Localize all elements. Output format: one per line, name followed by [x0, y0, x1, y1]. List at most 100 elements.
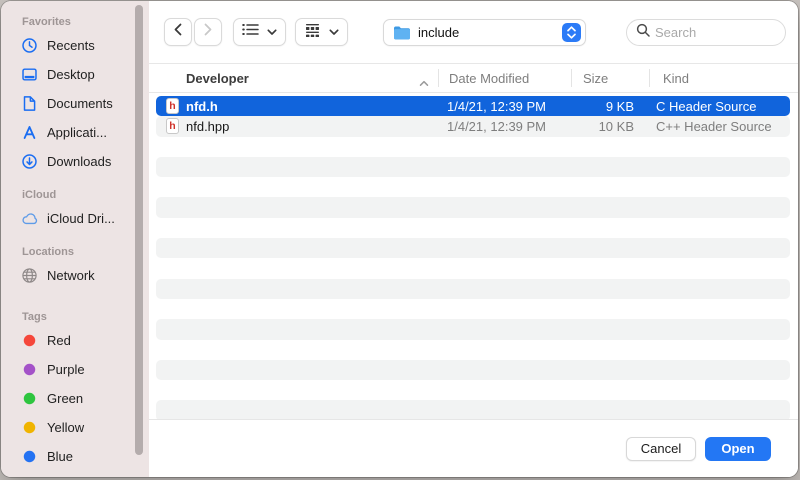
- sidebar-item-purple[interactable]: Purple: [1, 355, 149, 384]
- sidebar-item-label: Documents: [47, 96, 113, 111]
- group-view-popup[interactable]: [295, 18, 348, 46]
- empty-row: [156, 258, 790, 278]
- sidebar-section-label: iCloud: [1, 186, 149, 204]
- column-header-size[interactable]: Size: [572, 64, 649, 92]
- header-file-icon: h: [166, 118, 179, 134]
- empty-row: [156, 360, 790, 380]
- column-header-kind[interactable]: Kind: [650, 64, 798, 92]
- file-kind: C Header Source: [649, 99, 790, 114]
- content-pane: include Developer Date Modi: [149, 1, 798, 477]
- search-field[interactable]: [626, 19, 786, 46]
- empty-row: [156, 197, 790, 217]
- sidebar-item-blue[interactable]: Blue: [1, 442, 149, 471]
- search-icon: [636, 23, 650, 42]
- sidebar-item-label: Downloads: [47, 154, 111, 169]
- chevron-left-icon: [173, 23, 183, 41]
- popup-stepper-icon: [562, 23, 581, 42]
- sidebar-item-desktop[interactable]: Desktop: [1, 60, 149, 89]
- sidebar-item-network[interactable]: Network: [1, 261, 149, 290]
- open-button[interactable]: Open: [705, 437, 771, 461]
- chevron-right-icon: [203, 23, 213, 41]
- sidebar-item-label: Applicati...: [47, 125, 107, 140]
- file-list: h nfd.h 1/4/21, 12:39 PM9 KBC Header Sourc…: [149, 93, 798, 419]
- sidebar-item-label: Yellow: [47, 420, 84, 435]
- tag-dot-icon: [21, 448, 38, 465]
- download-icon: [21, 153, 38, 170]
- dialog-footer: Cancel Open: [149, 419, 798, 477]
- sidebar-sections: Favorites Recents Desktop Documents Applicat…: [1, 13, 149, 477]
- open-file-dialog: Favorites Recents Desktop Documents Applicat…: [1, 1, 798, 477]
- sidebar-section-label: Favorites: [1, 13, 149, 31]
- empty-row: [156, 238, 790, 258]
- sidebar-section-tags: Tags Red Purple Green Yellow BlueAll Tags: [1, 308, 149, 477]
- empty-row: [156, 137, 790, 157]
- tag-dot-icon: [21, 361, 38, 378]
- file-name: nfd.h: [186, 99, 218, 114]
- cancel-button[interactable]: Cancel: [626, 437, 696, 461]
- sidebar-item-red[interactable]: Red: [1, 326, 149, 355]
- empty-row: [156, 177, 790, 197]
- sidebar-section-label: Locations: [1, 243, 149, 261]
- desktop-icon: [21, 66, 38, 83]
- appstore-icon: [21, 124, 38, 141]
- sidebar-item-yellow[interactable]: Yellow: [1, 413, 149, 442]
- column-header-date-modified[interactable]: Date Modified: [439, 64, 571, 92]
- sidebar-item-icloud-dri[interactable]: iCloud Dri...: [1, 204, 149, 233]
- sidebar-item-label: Recents: [47, 38, 95, 53]
- sidebar-item-applicati[interactable]: Applicati...: [1, 118, 149, 147]
- globe-icon: [21, 267, 38, 284]
- document-icon: [21, 95, 38, 112]
- current-folder-popup[interactable]: include: [383, 19, 586, 46]
- sidebar-item-all-tags[interactable]: All Tags: [1, 471, 149, 477]
- empty-row: [156, 340, 790, 360]
- search-input[interactable]: [655, 25, 777, 40]
- forward-button[interactable]: [194, 18, 222, 46]
- sidebar-section-icloud: iCloud iCloud Dri...: [1, 186, 149, 233]
- column-header-name[interactable]: Developer: [149, 64, 438, 92]
- empty-row: [156, 157, 790, 177]
- cloud-icon: [21, 210, 38, 227]
- file-name: nfd.hpp: [186, 119, 229, 134]
- file-name-cell: h nfd.hpp: [156, 118, 438, 134]
- file-name-cell: h nfd.h: [156, 98, 438, 114]
- tag-dot-icon: [21, 390, 38, 407]
- empty-row: [156, 299, 790, 319]
- header-file-icon: h: [166, 98, 179, 114]
- group-view-icon: [304, 23, 321, 42]
- sidebar-item-documents[interactable]: Documents: [1, 89, 149, 118]
- file-size: 9 KB: [571, 99, 649, 114]
- empty-row: [156, 279, 790, 299]
- file-row-nfd-hpp[interactable]: h nfd.hpp 1/4/21, 12:39 PM10 KBC++ Header …: [156, 116, 790, 136]
- sidebar-section-label: Tags: [1, 308, 149, 326]
- sidebar-item-label: Network: [47, 268, 95, 283]
- sidebar-scrollbar-thumb[interactable]: [135, 5, 143, 455]
- current-folder-label: include: [418, 25, 555, 40]
- list-bullets-icon: [242, 23, 259, 41]
- file-size: 10 KB: [571, 119, 649, 134]
- file-kind: C++ Header Source: [649, 119, 790, 134]
- empty-row: [156, 380, 790, 400]
- sidebar: Favorites Recents Desktop Documents Applicat…: [1, 1, 149, 477]
- chevron-down-icon: [267, 23, 277, 41]
- sidebar-item-label: Red: [47, 333, 71, 348]
- back-button[interactable]: [164, 18, 192, 46]
- tag-dot-icon: [21, 332, 38, 349]
- toolbar: include: [149, 1, 798, 64]
- sidebar-item-downloads[interactable]: Downloads: [1, 147, 149, 176]
- clock-icon: [21, 37, 38, 54]
- file-date-modified: 1/4/21, 12:39 PM: [438, 119, 571, 134]
- sidebar-section-locations: Locations Network: [1, 243, 149, 290]
- sidebar-item-label: Green: [47, 391, 83, 406]
- empty-row: [156, 218, 790, 238]
- sidebar-item-label: iCloud Dri...: [47, 211, 115, 226]
- sidebar-item-green[interactable]: Green: [1, 384, 149, 413]
- file-row-nfd-h[interactable]: hnfd.h1/4/21, 12:39 PM9 KBC Header Sourc…: [156, 96, 790, 116]
- sidebar-item-label: Desktop: [47, 67, 95, 82]
- list-header: Developer Date Modified Size Kind: [149, 64, 798, 93]
- folder-icon: [393, 25, 411, 40]
- list-view-popup[interactable]: [233, 18, 286, 46]
- tag-dot-icon: [21, 419, 38, 436]
- sidebar-item-label: Purple: [47, 362, 85, 377]
- sort-ascending-icon: [419, 75, 429, 90]
- sidebar-item-recents[interactable]: Recents: [1, 31, 149, 60]
